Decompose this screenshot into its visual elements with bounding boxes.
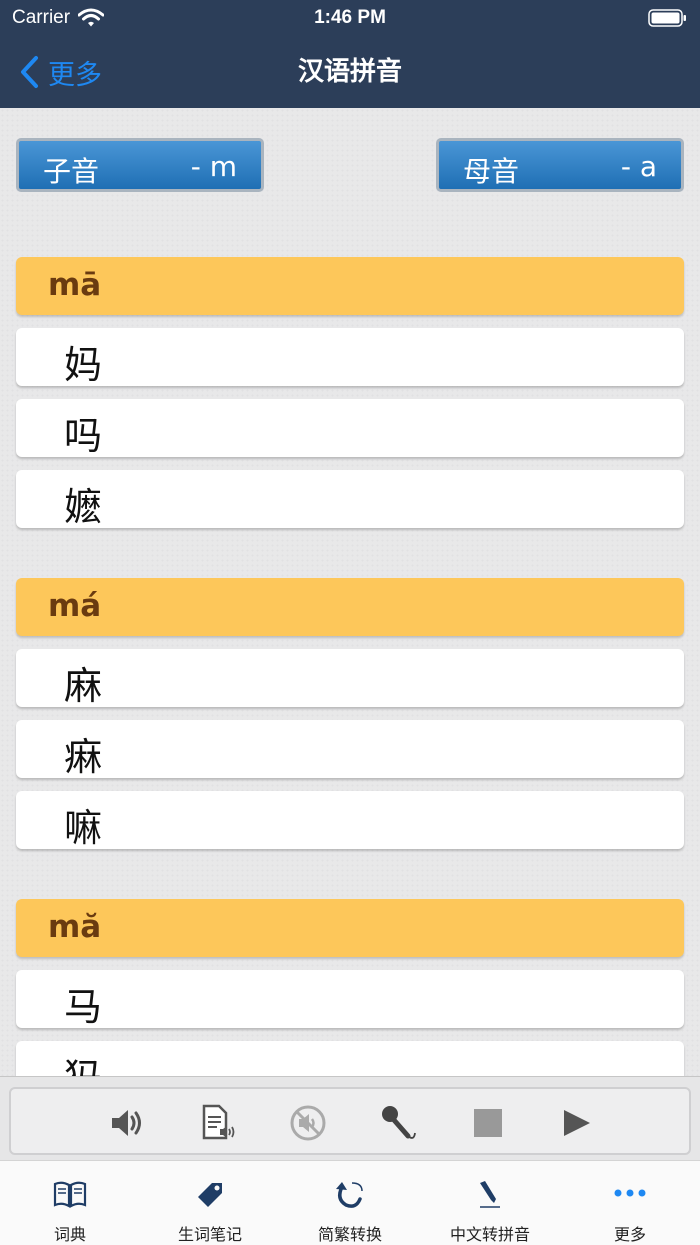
tab-label: 词典 (53, 1225, 86, 1244)
section-pinyin: mă (48, 909, 102, 945)
navigation-bar: 更多 汉语拼音 (0, 36, 700, 108)
pen-icon (480, 1181, 500, 1208)
final-selector-button[interactable]: 母音 - a (436, 138, 684, 192)
tab-more[interactable]: 更多 (560, 1161, 700, 1245)
initial-selector-value: - m (190, 150, 237, 183)
tab-chinese-to-pinyin[interactable]: 中文转拼音 (420, 1161, 560, 1245)
status-time: 1:46 PM (314, 7, 386, 28)
character-row[interactable]: 马 (16, 970, 684, 1029)
character-label: 犸 (64, 1047, 102, 1076)
character-row[interactable]: 嬷 (16, 470, 684, 529)
character-label: 妈 (64, 343, 103, 387)
tab-label: 生词笔记 (177, 1225, 242, 1244)
character-label: 吗 (64, 414, 103, 458)
character-label: 嘛 (64, 806, 103, 850)
tab-dictionary[interactable]: 词典 (0, 1161, 140, 1245)
more-dots-icon (614, 1189, 646, 1197)
character-row[interactable]: 嘛 (16, 791, 684, 850)
final-selector-value: - a (620, 150, 657, 183)
tab-vocabulary-notes[interactable]: 生词笔记 (140, 1161, 280, 1245)
character-label: 马 (64, 985, 103, 1029)
mute-icon[interactable] (288, 1103, 328, 1143)
character-row[interactable]: 麻 (16, 649, 684, 708)
status-bar: Carrier 1:46 PM (0, 0, 700, 36)
character-row[interactable]: 吗 (16, 399, 684, 458)
section-pinyin: mā (48, 267, 102, 303)
final-selector-label: 母音 (463, 155, 520, 188)
book-icon (53, 1181, 87, 1208)
read-document-icon[interactable] (198, 1103, 238, 1143)
stop-icon[interactable] (468, 1103, 508, 1143)
tab-label: 中文转拼音 (449, 1225, 530, 1244)
section-pinyin: má (48, 588, 102, 624)
section-header: mā (16, 257, 684, 315)
character-label: 痳 (64, 735, 103, 779)
character-row[interactable]: 妈 (16, 328, 684, 387)
tab-label: 简繁转换 (317, 1225, 382, 1244)
tab-bar: 词典 生词笔记 简繁转换 中文转拼音 更多 (0, 1160, 700, 1245)
character-label: 麻 (64, 664, 103, 708)
character-row[interactable]: 痳 (16, 720, 684, 779)
initial-selector-label: 子音 (43, 155, 100, 188)
page-title: 汉语拼音 (297, 57, 402, 87)
character-label: 嬷 (64, 485, 103, 529)
pinyin-content[interactable]: 子音 - m 母音 - a mā 妈 吗 嬷 má 麻 痳 嘛 mă 马 犸 (0, 108, 700, 1076)
battery-icon (648, 8, 688, 34)
speaker-icon[interactable] (108, 1103, 148, 1143)
section-header: mă (16, 899, 684, 957)
tag-icon (198, 1183, 222, 1207)
section-header: má (16, 578, 684, 636)
initial-selector-button[interactable]: 子音 - m (16, 138, 264, 192)
audio-toolbar-panel (9, 1087, 691, 1155)
microphone-icon[interactable] (378, 1103, 418, 1143)
audio-toolbar (0, 1076, 700, 1161)
tab-simplified-traditional[interactable]: 简繁转换 (280, 1161, 420, 1245)
play-icon[interactable] (558, 1103, 598, 1143)
tab-label: 更多 (613, 1225, 646, 1244)
convert-arrow-icon (336, 1182, 363, 1208)
character-row[interactable]: 犸 (16, 1041, 684, 1076)
